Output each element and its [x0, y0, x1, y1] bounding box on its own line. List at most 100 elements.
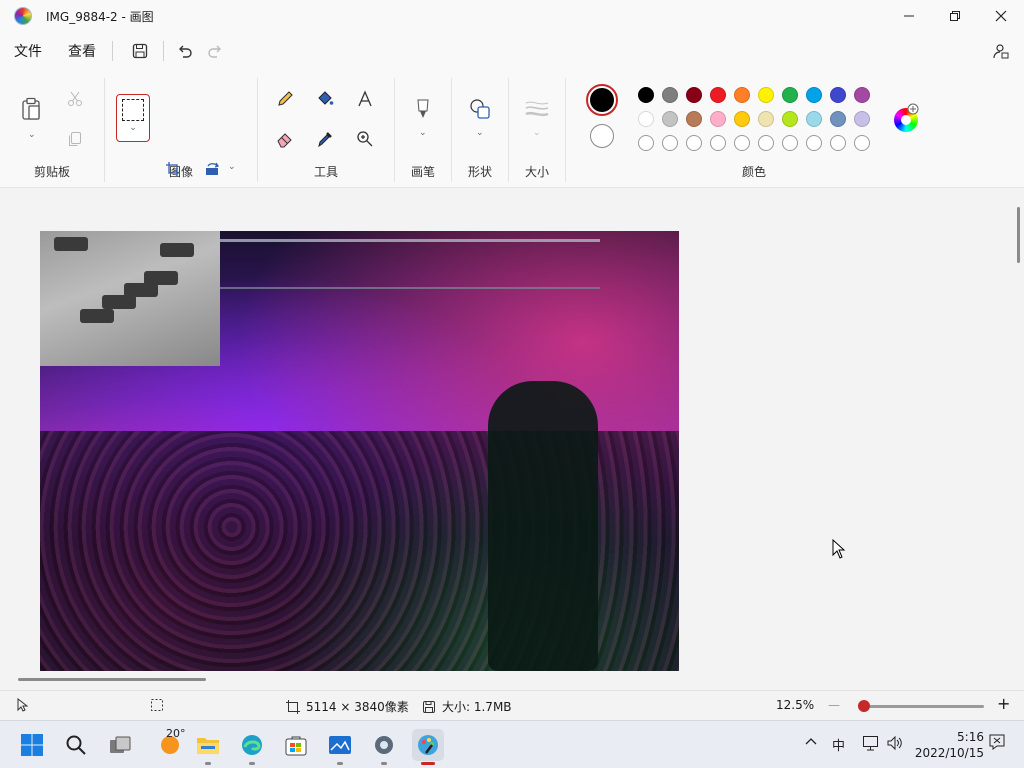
crop-button[interactable]	[158, 154, 188, 184]
windows-start-icon	[21, 734, 43, 756]
color-swatch[interactable]	[734, 87, 750, 103]
volume-button[interactable]	[886, 735, 904, 755]
taskbar-edge[interactable]	[236, 729, 268, 765]
image-inset-tank	[144, 271, 178, 285]
cut-icon	[68, 91, 82, 106]
minimize-button[interactable]	[886, 0, 932, 32]
horizontal-scroll-thumb[interactable]	[18, 678, 206, 681]
eraser-button[interactable]	[270, 124, 300, 154]
redo-button[interactable]	[200, 37, 230, 65]
color-swatch[interactable]	[710, 135, 726, 151]
rotate-button[interactable]	[198, 154, 228, 184]
color-swatch[interactable]	[662, 111, 678, 127]
notification-button[interactable]	[988, 733, 1006, 755]
color-swatch[interactable]	[758, 87, 774, 103]
pencil-button[interactable]	[270, 84, 300, 114]
color-swatch[interactable]	[686, 111, 702, 127]
canvas-area[interactable]	[0, 189, 1012, 675]
color-swatch[interactable]	[854, 111, 870, 127]
taskbar-settings[interactable]	[368, 729, 400, 765]
task-view-button[interactable]	[104, 729, 136, 761]
taskbar-photos[interactable]	[324, 729, 356, 765]
tray-overflow-button[interactable]	[804, 735, 818, 750]
share-button[interactable]	[986, 37, 1014, 65]
text-button[interactable]	[350, 84, 380, 114]
edge-icon	[242, 735, 262, 755]
color-swatch[interactable]	[758, 111, 774, 127]
shapes-button[interactable]	[465, 94, 495, 124]
color-swatch[interactable]	[830, 87, 846, 103]
chevron-down-icon: ⌄	[533, 128, 541, 138]
taskbar-store[interactable]	[280, 729, 312, 761]
undo-button[interactable]	[170, 37, 200, 65]
selection-tool-button[interactable]: ⌄	[116, 94, 150, 142]
network-button[interactable]	[862, 735, 880, 755]
color-swatch[interactable]	[830, 111, 846, 127]
color-swatch[interactable]	[854, 135, 870, 151]
zoom-slider-thumb[interactable]	[858, 700, 870, 712]
color-swatch[interactable]	[734, 135, 750, 151]
color-swatch[interactable]	[638, 111, 654, 127]
canvas-image[interactable]	[40, 231, 679, 671]
color-swatch[interactable]	[638, 135, 654, 151]
menu-bar: 文件 查看	[0, 32, 1024, 70]
size-button[interactable]	[522, 94, 552, 124]
chevron-down-icon: ⌄	[28, 130, 36, 140]
color-swatch[interactable]	[758, 135, 774, 151]
color-swatch[interactable]	[830, 135, 846, 151]
zoom-level[interactable]: 12.5%	[776, 698, 814, 712]
running-indicator	[381, 762, 387, 765]
color-swatch[interactable]	[806, 135, 822, 151]
taskbar-file-explorer[interactable]	[192, 729, 224, 765]
close-button[interactable]	[978, 0, 1024, 32]
paste-button[interactable]	[16, 94, 46, 124]
weather-widget[interactable]: 20°	[150, 727, 190, 761]
vertical-scroll-thumb[interactable]	[1017, 207, 1020, 263]
search-button[interactable]	[60, 729, 92, 761]
cut-button[interactable]	[60, 84, 90, 114]
color-swatch[interactable]	[710, 111, 726, 127]
clock[interactable]: 5:16 2022/10/15	[915, 729, 984, 761]
taskbar-paint[interactable]	[412, 729, 444, 765]
canvas-dimensions: 5114 × 3840像素	[286, 698, 409, 715]
file-size: 大小: 1.7MB	[422, 698, 512, 715]
magnifier-button[interactable]	[350, 124, 380, 154]
primary-color-button[interactable]	[586, 84, 618, 116]
color-swatch[interactable]	[710, 87, 726, 103]
input-method-indicator[interactable]: 中	[832, 735, 845, 754]
zoom-in-button[interactable]: +	[997, 694, 1010, 713]
running-indicator	[249, 762, 255, 765]
brush-button[interactable]	[408, 94, 438, 124]
color-swatch[interactable]	[734, 111, 750, 127]
save-button[interactable]	[125, 37, 155, 65]
color-swatch[interactable]	[662, 135, 678, 151]
image-performer	[488, 381, 598, 671]
chevron-down-icon: ⌄	[129, 123, 137, 133]
secondary-color-button[interactable]	[590, 124, 614, 148]
copy-button[interactable]	[60, 124, 90, 154]
zoom-slider-track[interactable]	[858, 705, 984, 708]
color-swatch[interactable]	[854, 87, 870, 103]
color-swatch[interactable]	[806, 87, 822, 103]
color-picker-button[interactable]	[310, 124, 340, 154]
cursor-position	[16, 698, 28, 712]
disk-icon	[423, 700, 435, 713]
color-swatch[interactable]	[782, 87, 798, 103]
zoom-out-button[interactable]: —	[828, 698, 840, 712]
maximize-button[interactable]	[932, 0, 978, 32]
color-swatch[interactable]	[686, 87, 702, 103]
task-view-icon	[110, 736, 131, 753]
color-swatch[interactable]	[638, 87, 654, 103]
menu-view[interactable]: 查看	[68, 37, 96, 65]
color-swatch[interactable]	[806, 111, 822, 127]
edit-colors-icon	[907, 103, 919, 115]
group-shapes: ⌄ 形状	[452, 70, 508, 188]
menu-file[interactable]: 文件	[14, 37, 42, 65]
color-swatch[interactable]	[686, 135, 702, 151]
start-button[interactable]	[16, 729, 48, 761]
vertical-scrollbar[interactable]	[1012, 189, 1024, 675]
color-swatch[interactable]	[782, 111, 798, 127]
color-swatch[interactable]	[782, 135, 798, 151]
fill-button[interactable]	[310, 84, 340, 114]
color-swatch[interactable]	[662, 87, 678, 103]
